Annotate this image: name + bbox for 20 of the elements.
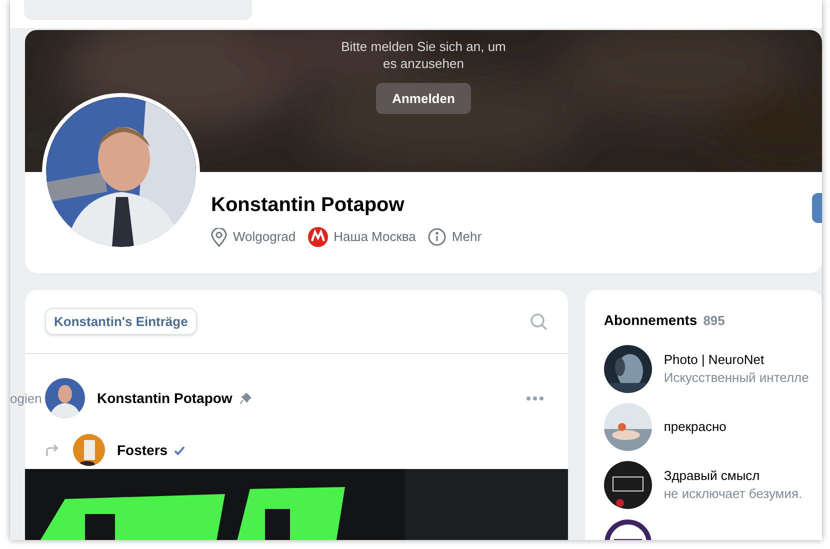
more-link[interactable]: Mehr (452, 227, 482, 247)
subscription-description: не исключает безумия. (664, 485, 802, 503)
section-title: Abonnements (604, 311, 698, 330)
subscription-name[interactable]: прекрасно (664, 418, 726, 436)
repost-source[interactable]: Fosters (117, 440, 168, 460)
profile-detail: Наша Москва (334, 228, 416, 246)
profile-detail: Wolgograd (233, 228, 296, 246)
metro-icon (308, 227, 328, 247)
location-pin-icon (211, 228, 227, 246)
subscription-count: 895 (703, 312, 725, 330)
profile-name: Konstantin Potapow (211, 193, 404, 218)
subscription-name[interactable]: Здравый смысл (664, 467, 802, 485)
repost-icon (45, 444, 59, 456)
subscription-name[interactable]: Photo | NeuroNet (664, 351, 809, 369)
tab[interactable]: Konstantin's Einträge (45, 308, 197, 335)
search-icon[interactable] (530, 312, 548, 330)
info-icon (428, 228, 446, 246)
post-author[interactable]: Konstantin Potapow (97, 388, 232, 408)
subscription-description: Искусственный интелле (664, 369, 809, 387)
more-icon[interactable] (526, 396, 544, 401)
